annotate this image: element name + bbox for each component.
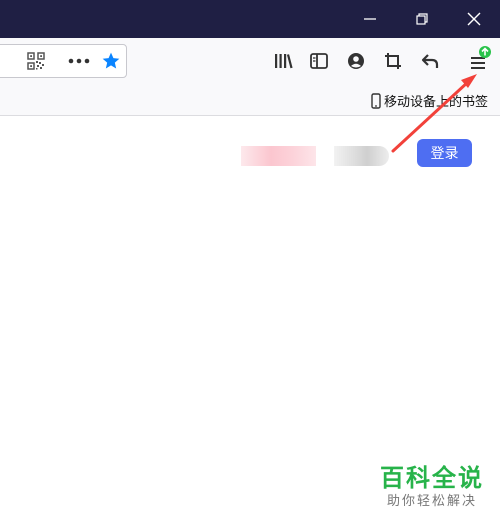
- watermark: 百科全说 助你轻松解决: [380, 463, 484, 511]
- back-button[interactable]: [415, 46, 445, 76]
- url-bar[interactable]: [0, 44, 127, 78]
- mobile-bookmarks-label: 移动设备上的书签: [383, 95, 488, 110]
- close-icon: [467, 12, 481, 26]
- navigation-toolbar: [0, 38, 500, 86]
- phone-icon: [371, 92, 381, 109]
- menu-button[interactable]: [463, 46, 493, 76]
- bookmarks-toolbar: 移动设备上的书签: [0, 86, 500, 116]
- window-titlebar: [0, 0, 500, 38]
- login-button[interactable]: 登录: [417, 139, 472, 167]
- bookmark-star-button[interactable]: [96, 45, 126, 77]
- screenshot-icon: [385, 53, 401, 69]
- account-button[interactable]: [341, 46, 371, 76]
- sidebar-icon: [310, 53, 328, 69]
- screenshot-button[interactable]: [378, 46, 408, 76]
- page-actions-button[interactable]: [64, 45, 94, 77]
- menu-icon: [471, 46, 491, 69]
- watermark-title: 百科全说: [380, 464, 484, 492]
- library-icon: [275, 54, 293, 69]
- account-icon: [348, 53, 364, 69]
- sidebar-button[interactable]: [304, 46, 334, 76]
- more-actions-icon: [68, 58, 90, 64]
- page-content: [0, 116, 500, 521]
- library-button[interactable]: [268, 46, 298, 76]
- back-arrow-icon: [421, 54, 439, 68]
- bookmark-star-icon: [102, 52, 120, 69]
- blurred-nav-link[interactable]: [241, 146, 316, 166]
- qr-code-icon: [27, 52, 45, 70]
- qr-code-button[interactable]: [21, 45, 51, 77]
- blurred-nav-link[interactable]: [334, 146, 389, 166]
- restore-button[interactable]: [397, 0, 447, 38]
- minimize-icon: [364, 18, 376, 20]
- restore-icon: [416, 13, 428, 25]
- watermark-subtitle: 助你轻松解决: [386, 494, 477, 509]
- mobile-bookmarks-folder[interactable]: 移动设备上的书签: [371, 91, 488, 110]
- close-button[interactable]: [449, 0, 499, 38]
- minimize-button[interactable]: [345, 0, 395, 38]
